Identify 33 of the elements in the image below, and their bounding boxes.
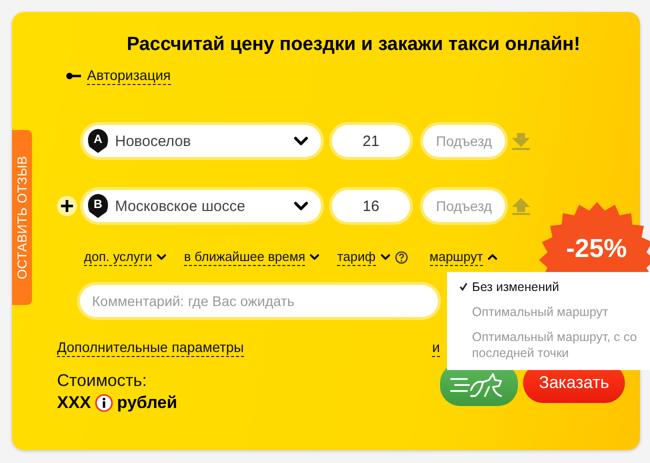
info-icon[interactable] xyxy=(95,394,114,412)
partial-link[interactable]: и xyxy=(432,339,440,357)
authorization-link[interactable]: Авторизация xyxy=(87,67,171,85)
entrance-field[interactable]: Подъезд xyxy=(423,190,505,222)
house-field[interactable]: 21 xyxy=(332,125,410,157)
cost-label: Стоимость: xyxy=(57,371,148,391)
cost-amount: XXX xyxy=(57,393,92,413)
chevron-down-icon[interactable] xyxy=(293,135,309,147)
option-link[interactable]: в ближайшее время xyxy=(184,248,306,266)
option-link[interactable]: маршрут xyxy=(430,248,483,266)
check-icon xyxy=(459,282,468,291)
address-field[interactable]: A Новоселов xyxy=(83,125,321,157)
route-option[interactable]: Без изменений xyxy=(457,279,650,295)
entrance-field[interactable]: Подъезд xyxy=(423,125,505,157)
key-icon xyxy=(66,72,81,80)
chevron-down-icon[interactable] xyxy=(309,253,320,261)
address-field[interactable]: B Московское шоссе xyxy=(83,190,321,222)
marker-pin: A xyxy=(88,129,108,153)
discount-label: -25% xyxy=(566,232,627,264)
marker-pin: B xyxy=(88,194,108,218)
more-params-link[interactable]: Дополнительные параметры xyxy=(57,339,244,357)
option-link[interactable]: тариф xyxy=(337,248,376,266)
help-icon[interactable] xyxy=(394,250,408,264)
cost-currency: рублей xyxy=(117,393,178,413)
form-title: Рассчитай цену поездки и закажи такси онлайн! xyxy=(126,34,582,57)
chevron-up-icon[interactable] xyxy=(486,253,498,261)
house-field[interactable]: 16 xyxy=(332,190,410,222)
comment-field[interactable]: Комментарий: где Вас ожидать xyxy=(80,285,438,317)
option-link[interactable]: доп. услуги xyxy=(84,248,152,266)
chevron-down-icon[interactable] xyxy=(293,200,309,212)
add-point-icon[interactable] xyxy=(57,196,77,216)
chevron-down-icon[interactable] xyxy=(156,253,168,261)
chevron-down-icon[interactable] xyxy=(380,253,391,261)
